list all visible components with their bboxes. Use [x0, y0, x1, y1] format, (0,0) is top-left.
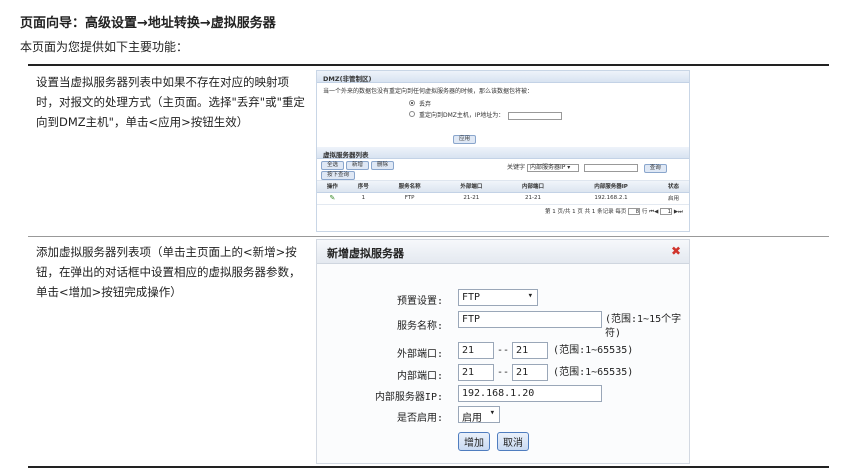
drop-option-label: 丢弃 — [419, 101, 432, 108]
enable-select[interactable]: 启用 ▾ — [458, 406, 500, 424]
row1-description: 设置当虚拟服务器列表中如果不存在对应的映射项时，对报文的处理方式（主页面。选择"… — [36, 75, 305, 129]
search-button[interactable]: 查询 — [643, 164, 667, 173]
dmz-panel-title: DMZ(非管制区) — [317, 71, 689, 83]
name-input[interactable]: FTP — [458, 311, 602, 328]
enable-label: 是否启用: — [396, 413, 443, 424]
keyword-select-value: 内部服务器IP — [529, 163, 566, 171]
name-row: 服务名称: FTP (范围:1~15个字符) — [317, 311, 689, 339]
drop-radio[interactable] — [409, 100, 415, 106]
keyword-select[interactable]: 内部服务器IP ▾ — [526, 163, 579, 172]
chevron-down-icon: ▾ — [489, 408, 495, 418]
keyword-input[interactable] — [583, 163, 638, 172]
redirect-radio[interactable] — [409, 111, 415, 117]
vs-list-title: 虚拟服务器列表 — [317, 147, 689, 159]
ext-port-range: (范围:1~65535) — [553, 345, 634, 356]
preset-row: 预置设置: FTP ▾ — [317, 289, 689, 307]
filter-button[interactable]: 按下查询 — [321, 171, 356, 180]
table-cell: 启用 — [658, 192, 689, 205]
pager-text: 第 1 页/共 1 页 共 1 条记录 每页 — [545, 208, 627, 215]
middle-rule — [28, 236, 829, 237]
chevron-down-icon: ▾ — [527, 291, 533, 301]
dialog-title: 新增虚拟服务器 — [327, 247, 404, 260]
bottom-rule — [28, 466, 829, 468]
pager-mid-text: 行 — [641, 208, 648, 215]
row2-description: 添加虚拟服务器列表项（单击主页面上的<新增>按钮，在弹出的对话框中设置相应的虚拟… — [36, 245, 301, 299]
chevron-down-icon: ▾ — [567, 163, 571, 171]
vs-toolbar: 全选 新增 删除 按下查询 关键字 内部服务器IP ▾ 查询 — [317, 159, 689, 181]
col-header: 服务名称 — [378, 181, 441, 193]
cancel-button[interactable]: 取消 — [497, 432, 530, 451]
port-separator: -- — [497, 367, 510, 378]
dialog-header: 新增虚拟服务器 ✖ — [317, 240, 689, 264]
top-rule — [28, 64, 829, 66]
enable-select-value: 启用 — [462, 413, 482, 424]
col-header: 内部端口 — [502, 181, 564, 193]
per-page-input[interactable]: 8 — [628, 207, 641, 215]
delete-button[interactable]: 删除 — [371, 161, 395, 170]
ip-row: 内部服务器IP: 192.168.1.20 — [317, 385, 689, 403]
dialog-body: 预置设置: FTP ▾ 服务名称: FTP (范围:1~15个字符) 外部端口: … — [317, 264, 689, 463]
ext-port-label: 外部端口: — [396, 349, 443, 360]
int-port-to-input[interactable]: 21 — [512, 364, 549, 381]
add-dialog-screenshot: 新增虚拟服务器 ✖ 预置设置: FTP ▾ 服务名称: FTP (范围:1~15个… — [316, 239, 690, 464]
table-cell: 192.168.2.1 — [563, 192, 659, 205]
ext-port-row: 外部端口: 21 -- 21 (范围:1~65535) — [317, 342, 689, 360]
table-row: ✎ 1 FTP 21-21 21-21 192.168.2.1 启用 — [317, 192, 689, 205]
dmz-ip-input[interactable] — [508, 111, 563, 120]
preset-select-value: FTP — [462, 292, 481, 303]
pencil-icon[interactable]: ✎ — [330, 194, 336, 202]
col-header: 操作 — [317, 181, 348, 193]
table-cell: 1 — [347, 192, 379, 205]
vs-table: 操作 序号 服务名称 外部端口 内部端口 内部服务器IP 状态 ✎ 1 FTP … — [317, 181, 689, 205]
dmz-panel-body: 当一个外来的数据包没有重定向到任何虚拟服务器的时候，那么该数据包将被： 丢弃 重… — [317, 83, 689, 147]
col-header: 状态 — [658, 181, 689, 193]
pager: 第 1 页/共 1 页 共 1 条记录 每页 8 行 ⏮◀ 1 ▶⏭ — [317, 205, 689, 218]
ext-port-to-input[interactable]: 21 — [512, 342, 549, 359]
redirect-option[interactable]: 重定向到DMZ主机，IP地址为： — [323, 110, 683, 121]
add-button[interactable]: 新增 — [346, 161, 370, 170]
ip-input[interactable]: 192.168.1.20 — [458, 385, 602, 402]
page-heading: 页面向导：高级设置→地址转换→虚拟服务器 — [20, 16, 276, 31]
int-port-range: (范围:1~65535) — [553, 367, 634, 378]
port-separator: -- — [497, 345, 510, 356]
name-range: (范围:1~15个字符) — [605, 314, 682, 339]
last-page-icon[interactable]: ⏭ — [678, 209, 683, 215]
table-cell: FTP — [378, 192, 441, 205]
ip-label: 内部服务器IP: — [374, 392, 443, 403]
enable-row: 是否启用: 启用 ▾ — [317, 406, 689, 424]
int-port-row: 内部端口: 21 -- 21 (范围:1~65535) — [317, 364, 689, 382]
dialog-buttons: 增加 取消 — [458, 432, 530, 451]
dmz-screenshot: DMZ(非管制区) 当一个外来的数据包没有重定向到任何虚拟服务器的时候，那么该数… — [316, 70, 690, 232]
keyword-label: 关键字 — [507, 164, 526, 171]
redirect-option-label: 重定向到DMZ主机，IP地址为： — [419, 112, 505, 119]
name-label: 服务名称: — [396, 321, 443, 332]
col-header: 内部服务器IP — [563, 181, 659, 193]
int-port-label: 内部端口: — [396, 371, 443, 382]
table-cell: 21-21 — [440, 192, 503, 205]
page-subheading: 本页面为您提供如下主要功能： — [20, 40, 189, 54]
col-header: 序号 — [347, 181, 379, 193]
table-cell: 21-21 — [502, 192, 564, 205]
add-confirm-button[interactable]: 增加 — [458, 432, 490, 451]
ext-port-from-input[interactable]: 21 — [458, 342, 494, 359]
page-num-input[interactable]: 1 — [660, 207, 673, 215]
close-icon[interactable]: ✖ — [671, 244, 681, 258]
preset-label: 预置设置: — [396, 296, 443, 307]
preset-select[interactable]: FTP ▾ — [458, 289, 538, 306]
dmz-question: 当一个外来的数据包没有重定向到任何虚拟服务器的时候，那么该数据包将被： — [323, 88, 534, 95]
select-all-button[interactable]: 全选 — [321, 161, 345, 170]
col-header: 外部端口 — [440, 181, 503, 193]
int-port-from-input[interactable]: 21 — [458, 364, 494, 381]
drop-option[interactable]: 丢弃 — [323, 99, 683, 110]
prev-page-icon[interactable]: ◀ — [654, 209, 658, 215]
apply-button[interactable]: 应用 — [453, 135, 477, 144]
